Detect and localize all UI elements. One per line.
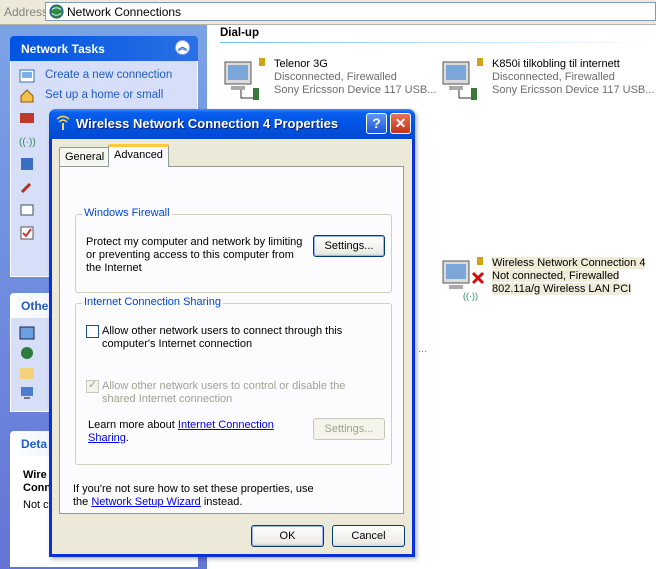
firewall-description-line1: Protect my computer and network by limit… [86, 236, 303, 248]
internet-connection-sharing-group: Internet Connection Sharing Allow other … [75, 296, 392, 465]
ok-button[interactable]: OK [251, 525, 324, 547]
dialup-connection-icon [442, 58, 483, 100]
learn-more-suffix: . [125, 432, 129, 444]
task-label: Set up a home or small [45, 89, 164, 101]
my-network-places-icon [21, 347, 33, 359]
firewall-settings-button[interactable]: Settings... [313, 235, 385, 257]
my-computer-icon [21, 387, 33, 399]
learn-more-prefix: Learn more about [88, 419, 178, 431]
windows-firewall-group: Windows Firewall Protect my computer and… [75, 207, 392, 293]
network-tasks-title: Network Tasks [21, 42, 105, 56]
details-name-line2: Conn [23, 482, 52, 494]
dialog-title-bar[interactable]: Wireless Network Connection 4 Properties… [49, 109, 415, 139]
allow-control-label-line1: Allow other network users to control or … [102, 380, 346, 392]
group-title: Windows Firewall [82, 207, 172, 219]
wireless-network-icon [56, 115, 70, 130]
task-label: Create a new connection [45, 69, 173, 81]
details-status: Not c [23, 499, 49, 511]
advanced-tab-page: Windows Firewall Protect my computer and… [59, 166, 404, 514]
connection-status: Disconnected, Firewalled [274, 71, 397, 83]
learn-more-line1: Learn more about Internet Connection [88, 419, 274, 432]
rename-icon [20, 204, 34, 216]
network-setup-wizard-link[interactable]: Network Setup Wizard [91, 496, 200, 508]
connection-name: Wireless Network Connection 4 [492, 257, 646, 269]
footer-prefix: the [73, 496, 92, 508]
address-label: Address [4, 5, 49, 19]
other-places-title: Othe [21, 299, 49, 313]
group-divider [220, 42, 656, 43]
network-connections-icon [49, 4, 64, 19]
allow-control-label-line2: shared Internet connection [102, 393, 233, 405]
allow-connect-label-line2: computer's Internet connection [102, 338, 253, 350]
collapse-icon[interactable]: ︽ [175, 40, 190, 55]
allow-connect-checkbox[interactable] [86, 325, 99, 338]
svg-text:((·)): ((·)) [463, 291, 478, 301]
disable-device-icon [21, 158, 33, 170]
firewall-icon [20, 113, 34, 123]
close-button[interactable]: ✕ [390, 113, 411, 134]
home-network-icon [20, 89, 34, 103]
ics-settings-button[interactable]: Settings... [313, 418, 385, 440]
truncated-text: ... [418, 343, 428, 355]
allow-connect-label-line1: Allow other network users to connect thr… [102, 325, 343, 337]
dialog-client-area: General Advanced Windows Firewall Protec… [52, 139, 412, 554]
group-title: Internet Connection Sharing [82, 296, 223, 308]
connection-device: Sony Ericsson Device 117 USB... [274, 84, 437, 96]
group-title-dialup: Dial-up [220, 27, 259, 39]
firewall-description-line2: or preventing access to this computer fr… [86, 249, 294, 261]
learn-more-line2: Sharing. [88, 432, 129, 445]
connection-status: Disconnected, Firewalled [492, 71, 615, 83]
address-value: Network Connections [67, 5, 182, 19]
footer-text-line1: If you're not sure how to set these prop… [73, 483, 314, 495]
details-title: Deta [21, 437, 48, 451]
connection-name: K850i tilkobling til internett [492, 58, 620, 70]
footer-text-line2: the Network Setup Wizard instead. [73, 496, 242, 509]
tab-advanced[interactable]: Advanced [108, 144, 169, 167]
connection-status: Not connected, Firewalled [492, 270, 620, 282]
help-button[interactable]: ? [366, 113, 387, 134]
allow-control-checkbox[interactable]: ✓ [86, 379, 99, 393]
connection-device: 802.11a/g Wireless LAN PCI [492, 283, 632, 295]
my-documents-icon [20, 368, 34, 379]
details-name-line1: Wire [23, 469, 47, 481]
cancel-button[interactable]: Cancel [332, 525, 405, 547]
svg-text:((·)): ((·)) [19, 137, 35, 148]
connection-device: Sony Ericsson Device 117 USB... [492, 84, 655, 96]
status-icon [20, 226, 34, 240]
footer-suffix: instead. [200, 496, 243, 508]
wireless-icon: ((·)) [19, 137, 35, 148]
network-tasks-header[interactable]: Network Tasks ︽ [10, 36, 198, 61]
properties-dialog: Wireless Network Connection 4 Properties… [49, 109, 415, 557]
connection-name: Telenor 3G [274, 58, 328, 70]
ics-help-link-cont[interactable]: Sharing [88, 432, 126, 444]
firewall-description-line3: the Internet [86, 262, 142, 274]
tab-general[interactable]: General [59, 147, 111, 167]
wireless-connection-icon: ((·)) [442, 257, 485, 301]
control-panel-icon [19, 326, 35, 340]
address-field[interactable]: Network Connections [45, 2, 656, 21]
address-bar: Address Network Connections [0, 0, 656, 25]
dialup-connection-icon [224, 58, 265, 100]
repair-icon [20, 182, 32, 194]
ics-help-link[interactable]: Internet Connection [178, 419, 274, 431]
new-connection-icon [19, 69, 35, 83]
dialog-title: Wireless Network Connection 4 Properties [76, 116, 339, 131]
